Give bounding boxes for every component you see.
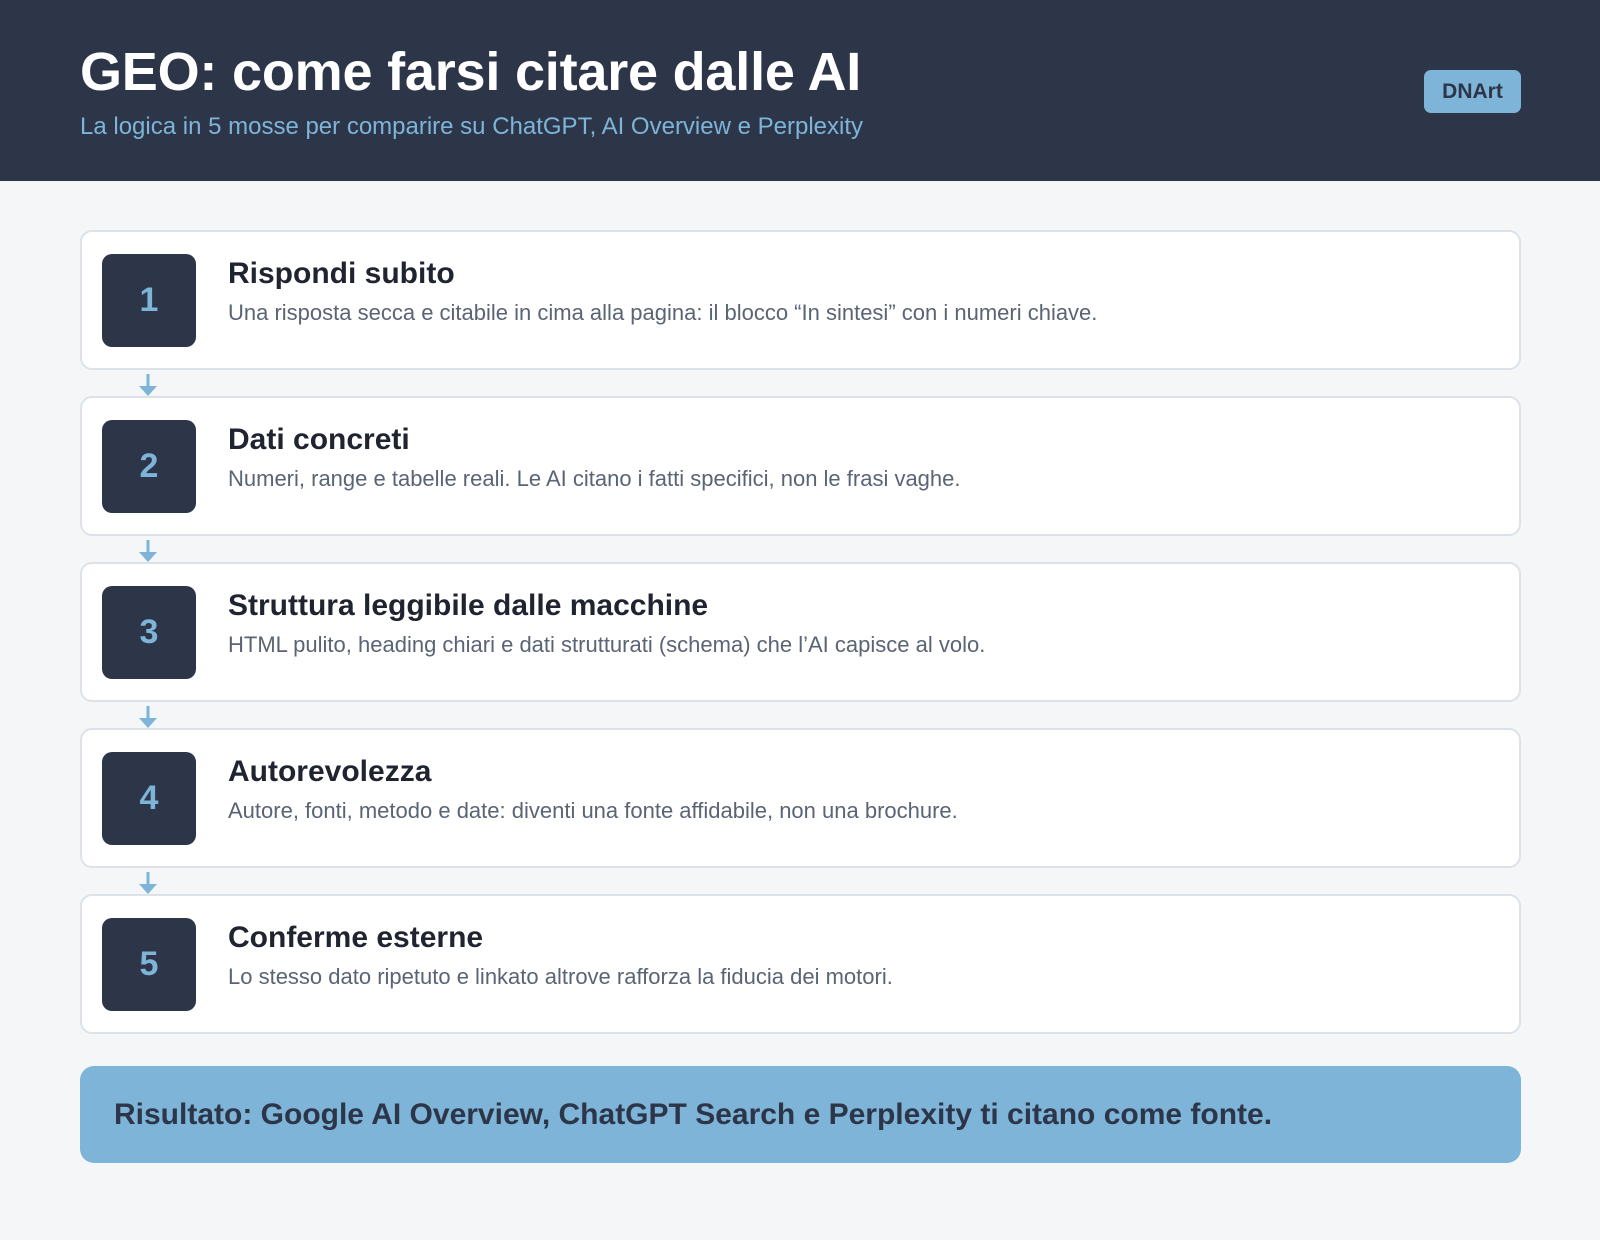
step-card-2: 2 Dati concreti Numeri, range e tabelle … (80, 396, 1521, 536)
step-number-badge: 1 (102, 254, 196, 347)
step-number-badge: 5 (102, 918, 196, 1011)
arrow-down-icon (139, 374, 157, 396)
step-connector (80, 868, 1521, 894)
step-title: Conferme esterne (228, 921, 484, 954)
step-card-3: 3 Struttura leggibile dalle macchine HTM… (80, 562, 1521, 702)
step-description: Lo stesso dato ripetuto e linkato altrov… (228, 964, 893, 989)
step-connector (80, 702, 1521, 728)
arrow-down-icon (139, 540, 157, 562)
result-text: Risultato: Google AI Overview, ChatGPT S… (114, 1097, 1273, 1131)
step-title: Dati concreti (228, 423, 410, 456)
step-card-5: 5 Conferme esterne Lo stesso dato ripetu… (80, 894, 1521, 1034)
header: GEO: come farsi citare dalle AI La logic… (0, 0, 1600, 181)
step-title: Autorevolezza (228, 755, 432, 788)
result-banner: Risultato: Google AI Overview, ChatGPT S… (80, 1066, 1521, 1163)
step-number-badge: 2 (102, 420, 196, 513)
step-description: Una risposta secca e citabile in cima al… (228, 300, 1098, 325)
step-number-badge: 3 (102, 586, 196, 679)
page-title: GEO: come farsi citare dalle AI (80, 42, 862, 102)
brand-badge: DNArt (1424, 70, 1521, 113)
step-number-badge: 4 (102, 752, 196, 845)
arrow-down-icon (139, 872, 157, 894)
step-card-1: 1 Rispondi subito Una risposta secca e c… (80, 230, 1521, 370)
step-connector (80, 536, 1521, 562)
step-card-4: 4 Autorevolezza Autore, fonti, metodo e … (80, 728, 1521, 868)
steps-flow: 1 Rispondi subito Una risposta secca e c… (80, 230, 1521, 1034)
arrow-down-icon (139, 706, 157, 728)
page-subtitle: La logica in 5 mosse per comparire su Ch… (80, 113, 863, 140)
step-description: HTML pulito, heading chiari e dati strut… (228, 632, 986, 657)
step-description: Numeri, range e tabelle reali. Le AI cit… (228, 466, 961, 491)
step-connector (80, 370, 1521, 396)
step-description: Autore, fonti, metodo e date: diventi un… (228, 798, 958, 823)
step-title: Rispondi subito (228, 257, 455, 290)
step-title: Struttura leggibile dalle macchine (228, 589, 709, 622)
